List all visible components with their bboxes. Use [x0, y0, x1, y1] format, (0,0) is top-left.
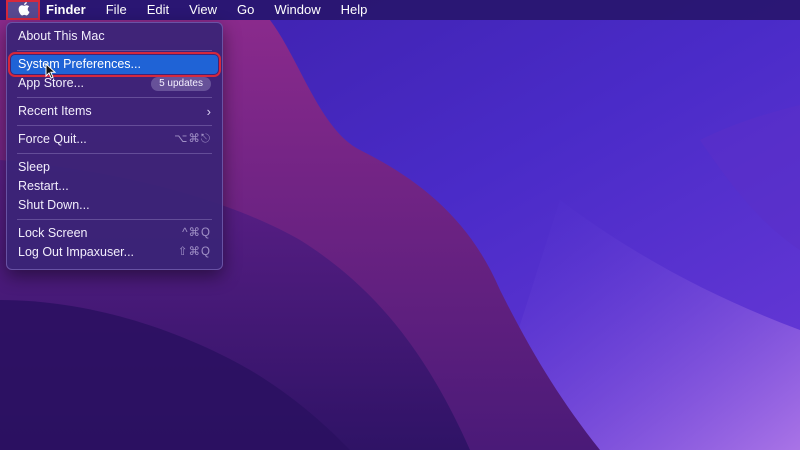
- menu-item-label: Recent Items: [18, 104, 92, 118]
- menu-item-about-this-mac[interactable]: About This Mac: [11, 27, 218, 46]
- menu-help[interactable]: Help: [331, 0, 378, 20]
- menu-item-force-quit[interactable]: Force Quit... ⌥⌘⎋: [11, 130, 218, 149]
- menu-item-system-preferences[interactable]: System Preferences...: [8, 52, 221, 77]
- menu-file[interactable]: File: [96, 0, 137, 20]
- keyboard-shortcut: ^⌘Q: [182, 227, 211, 239]
- menu-window[interactable]: Window: [264, 0, 330, 20]
- menu-bar: Finder File Edit View Go Window Help: [0, 0, 800, 20]
- menu-separator: [17, 153, 212, 154]
- menu-separator: [17, 125, 212, 126]
- menu-item-label: Lock Screen: [18, 226, 88, 240]
- menu-item-recent-items[interactable]: Recent Items ›: [11, 102, 218, 121]
- apple-logo-icon: [17, 1, 30, 19]
- menu-separator: [17, 219, 212, 220]
- menu-item-shut-down[interactable]: Shut Down...: [11, 196, 218, 215]
- menu-item-label: System Preferences...: [18, 57, 141, 71]
- menu-item-label: Shut Down...: [18, 198, 90, 212]
- keyboard-shortcut: ⌥⌘⎋: [174, 133, 211, 145]
- menu-edit[interactable]: Edit: [137, 0, 179, 20]
- menu-item-label: About This Mac: [18, 29, 105, 43]
- menu-separator: [17, 97, 212, 98]
- menu-item-lock-screen[interactable]: Lock Screen ^⌘Q: [11, 224, 218, 243]
- menu-item-label: Restart...: [18, 179, 69, 193]
- menu-item-app-store[interactable]: App Store... 5 updates: [11, 74, 218, 93]
- updates-badge: 5 updates: [151, 76, 211, 91]
- menu-item-label: Force Quit...: [18, 132, 87, 146]
- mouse-pointer-icon: [45, 63, 56, 79]
- menu-item-log-out[interactable]: Log Out Impaxuser... ⇧⌘Q: [11, 243, 218, 262]
- menu-view[interactable]: View: [179, 0, 227, 20]
- menu-separator: [17, 50, 212, 51]
- menu-item-label: Log Out Impaxuser...: [18, 245, 135, 259]
- menu-finder[interactable]: Finder: [40, 0, 96, 20]
- menu-item-label: Sleep: [18, 160, 50, 174]
- menu-item-restart[interactable]: Restart...: [11, 177, 218, 196]
- keyboard-shortcut: ⇧⌘Q: [177, 246, 211, 258]
- apple-menu-dropdown: About This Mac System Preferences... App…: [6, 22, 223, 270]
- menu-go[interactable]: Go: [227, 0, 264, 20]
- apple-menu-button[interactable]: [6, 0, 40, 20]
- chevron-right-icon: ›: [206, 104, 211, 119]
- menu-item-sleep[interactable]: Sleep: [11, 158, 218, 177]
